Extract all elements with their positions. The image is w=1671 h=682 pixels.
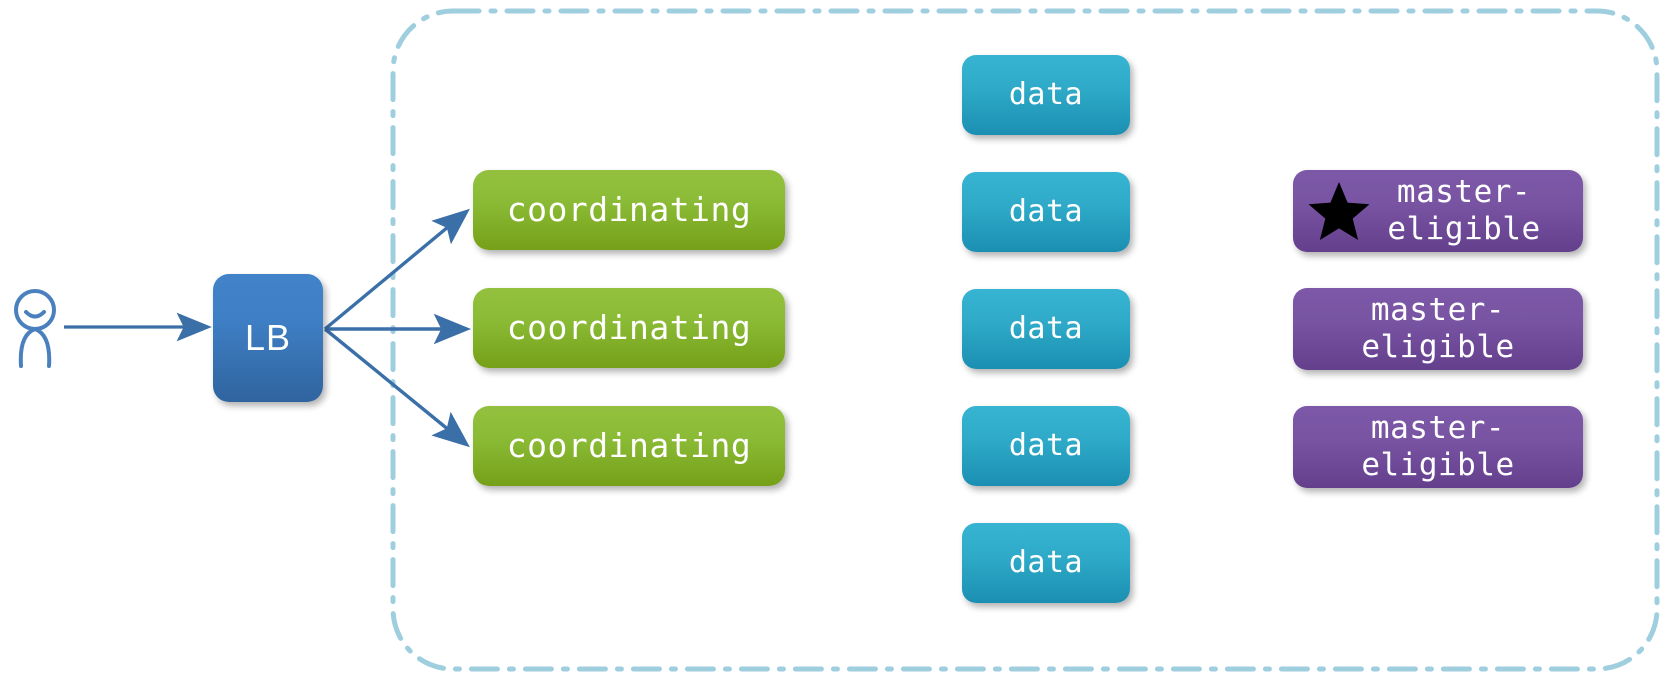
master-eligible-node-1[interactable]: master-eligible bbox=[1293, 170, 1583, 252]
master-eligible-label-line1: master- bbox=[1396, 174, 1532, 211]
master-eligible-label: master-eligible bbox=[1293, 292, 1583, 365]
load-balancer-node[interactable]: LB bbox=[213, 274, 323, 402]
data-node-label: data bbox=[1008, 545, 1084, 581]
data-node-label: data bbox=[1008, 77, 1084, 113]
data-node-3[interactable]: data bbox=[962, 289, 1130, 369]
master-eligible-label-line2: eligible bbox=[1361, 447, 1515, 483]
coordinating-node-3[interactable]: coordinating bbox=[473, 406, 785, 486]
arrow-lb-to-coordinating-3 bbox=[323, 327, 470, 448]
arrow-lb-to-coordinating-1 bbox=[323, 208, 470, 331]
data-node-2[interactable]: data bbox=[962, 172, 1130, 252]
diagram-canvas: LB coordinating coordinating coordinatin… bbox=[0, 0, 1671, 682]
master-eligible-node-3[interactable]: master-eligible bbox=[1293, 406, 1583, 488]
master-eligible-label-line1: master- bbox=[1370, 410, 1506, 447]
data-node-label: data bbox=[1008, 194, 1084, 230]
data-node-4[interactable]: data bbox=[962, 406, 1130, 486]
coordinating-node-label: coordinating bbox=[506, 307, 752, 347]
master-eligible-label: master-eligible bbox=[1293, 410, 1583, 483]
master-eligible-label-line1: master- bbox=[1370, 292, 1506, 329]
user-actor-icon bbox=[6, 286, 68, 368]
coordinating-node-2[interactable]: coordinating bbox=[473, 288, 785, 368]
data-node-1[interactable]: data bbox=[962, 55, 1130, 135]
load-balancer-label: LB bbox=[244, 316, 292, 358]
coordinating-node-label: coordinating bbox=[506, 425, 752, 465]
master-eligible-label-line2: eligible bbox=[1361, 329, 1515, 365]
data-node-label: data bbox=[1008, 311, 1084, 347]
master-eligible-label: master-eligible bbox=[1293, 174, 1583, 247]
master-eligible-label-line2: eligible bbox=[1387, 211, 1541, 247]
data-node-label: data bbox=[1008, 428, 1084, 464]
coordinating-node-label: coordinating bbox=[506, 189, 752, 229]
coordinating-node-1[interactable]: coordinating bbox=[473, 170, 785, 250]
data-node-5[interactable]: data bbox=[962, 523, 1130, 603]
master-eligible-node-2[interactable]: master-eligible bbox=[1293, 288, 1583, 370]
